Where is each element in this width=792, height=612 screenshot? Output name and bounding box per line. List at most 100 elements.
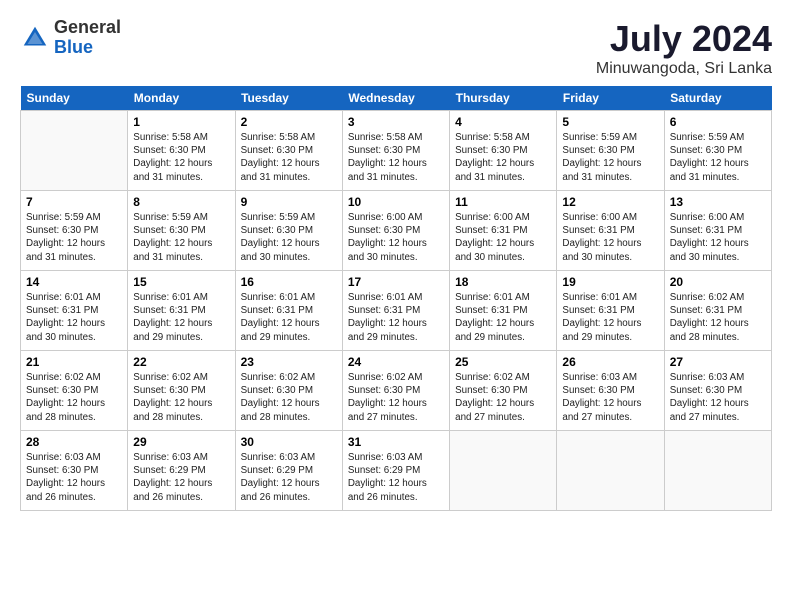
day-info: Sunrise: 6:02 AM Sunset: 6:30 PM Dayligh… (241, 371, 337, 424)
day-info: Sunrise: 5:59 AM Sunset: 6:30 PM Dayligh… (670, 131, 766, 184)
col-sunday: Sunday (21, 86, 128, 111)
table-row: 19 Sunrise: 6:01 AM Sunset: 6:31 PM Dayli… (557, 271, 664, 351)
calendar-header-row: Sunday Monday Tuesday Wednesday Thursday… (21, 86, 772, 111)
day-info: Sunrise: 6:02 AM Sunset: 6:30 PM Dayligh… (26, 371, 122, 424)
col-tuesday: Tuesday (235, 86, 342, 111)
day-info: Sunrise: 6:03 AM Sunset: 6:29 PM Dayligh… (133, 451, 229, 504)
day-info: Sunrise: 6:03 AM Sunset: 6:30 PM Dayligh… (562, 371, 658, 424)
day-number: 12 (562, 195, 658, 209)
day-number: 25 (455, 355, 551, 369)
table-row: 25 Sunrise: 6:02 AM Sunset: 6:30 PM Dayli… (450, 351, 557, 431)
calendar-week-row: 28Sunrise: 6:03 AM Sunset: 6:30 PM Dayli… (21, 431, 772, 511)
day-number: 16 (241, 275, 337, 289)
day-info: Sunrise: 6:01 AM Sunset: 6:31 PM Dayligh… (562, 291, 658, 344)
day-info: Sunrise: 6:03 AM Sunset: 6:29 PM Dayligh… (348, 451, 444, 504)
day-number: 1 (133, 115, 229, 129)
col-friday: Friday (557, 86, 664, 111)
title-block: July 2024 Minuwangoda, Sri Lanka (596, 18, 772, 78)
day-number: 14 (26, 275, 122, 289)
calendar-week-row: 14 Sunrise: 6:01 AM Sunset: 6:31 PM Dayli… (21, 271, 772, 351)
day-info: Sunrise: 6:02 AM Sunset: 6:31 PM Dayligh… (670, 291, 766, 344)
day-info: Sunrise: 6:00 AM Sunset: 6:31 PM Dayligh… (455, 211, 551, 264)
calendar-week-row: 21 Sunrise: 6:02 AM Sunset: 6:30 PM Dayli… (21, 351, 772, 431)
day-info: Sunrise: 6:01 AM Sunset: 6:31 PM Dayligh… (133, 291, 229, 344)
table-row (664, 431, 771, 511)
logo-general: General (54, 17, 121, 37)
table-row: 17 Sunrise: 6:01 AM Sunset: 6:31 PM Dayli… (342, 271, 449, 351)
day-number: 8 (133, 195, 229, 209)
day-info: Sunrise: 5:58 AM Sunset: 6:30 PM Dayligh… (241, 131, 337, 184)
day-info: Sunrise: 5:59 AM Sunset: 6:30 PM Dayligh… (133, 211, 229, 264)
day-info: Sunrise: 6:03 AM Sunset: 6:30 PM Dayligh… (670, 371, 766, 424)
day-info: Sunrise: 5:58 AM Sunset: 6:30 PM Dayligh… (348, 131, 444, 184)
day-info: Sunrise: 6:03 AM Sunset: 6:30 PM Dayligh… (26, 451, 122, 504)
table-row: 13 Sunrise: 6:00 AM Sunset: 6:31 PM Dayli… (664, 191, 771, 271)
calendar-table: Sunday Monday Tuesday Wednesday Thursday… (20, 86, 772, 511)
location-title: Minuwangoda, Sri Lanka (596, 60, 772, 78)
day-info: Sunrise: 6:01 AM Sunset: 6:31 PM Dayligh… (348, 291, 444, 344)
table-row (450, 431, 557, 511)
day-info: Sunrise: 6:00 AM Sunset: 6:31 PM Dayligh… (670, 211, 766, 264)
table-row: 16 Sunrise: 6:01 AM Sunset: 6:31 PM Dayli… (235, 271, 342, 351)
day-number: 21 (26, 355, 122, 369)
day-info: Sunrise: 6:02 AM Sunset: 6:30 PM Dayligh… (348, 371, 444, 424)
table-row: 24 Sunrise: 6:02 AM Sunset: 6:30 PM Dayli… (342, 351, 449, 431)
day-number: 9 (241, 195, 337, 209)
table-row: 30 Sunrise: 6:03 AM Sunset: 6:29 PM Dayli… (235, 431, 342, 511)
table-row: 7Sunrise: 5:59 AM Sunset: 6:30 PM Daylig… (21, 191, 128, 271)
table-row: 29 Sunrise: 6:03 AM Sunset: 6:29 PM Dayli… (128, 431, 235, 511)
logo-blue: Blue (54, 37, 93, 57)
day-number: 18 (455, 275, 551, 289)
day-info: Sunrise: 6:00 AM Sunset: 6:31 PM Dayligh… (562, 211, 658, 264)
table-row: 23 Sunrise: 6:02 AM Sunset: 6:30 PM Dayli… (235, 351, 342, 431)
table-row: 6 Sunrise: 5:59 AM Sunset: 6:30 PM Daylig… (664, 111, 771, 191)
col-wednesday: Wednesday (342, 86, 449, 111)
table-row: 26 Sunrise: 6:03 AM Sunset: 6:30 PM Dayli… (557, 351, 664, 431)
day-info: Sunrise: 6:03 AM Sunset: 6:29 PM Dayligh… (241, 451, 337, 504)
table-row: 22 Sunrise: 6:02 AM Sunset: 6:30 PM Dayli… (128, 351, 235, 431)
day-number: 15 (133, 275, 229, 289)
table-row: 11Sunrise: 6:00 AM Sunset: 6:31 PM Dayli… (450, 191, 557, 271)
table-row: 2Sunrise: 5:58 AM Sunset: 6:30 PM Daylig… (235, 111, 342, 191)
col-thursday: Thursday (450, 86, 557, 111)
table-row: 12 Sunrise: 6:00 AM Sunset: 6:31 PM Dayli… (557, 191, 664, 271)
day-info: Sunrise: 6:01 AM Sunset: 6:31 PM Dayligh… (455, 291, 551, 344)
calendar-week-row: 1 Sunrise: 5:58 AM Sunset: 6:30 PM Daylig… (21, 111, 772, 191)
header: General Blue July 2024 Minuwangoda, Sri … (20, 18, 772, 78)
table-row: 5 Sunrise: 5:59 AM Sunset: 6:30 PM Daylig… (557, 111, 664, 191)
table-row: 27Sunrise: 6:03 AM Sunset: 6:30 PM Dayli… (664, 351, 771, 431)
day-number: 22 (133, 355, 229, 369)
month-title: July 2024 (596, 18, 772, 60)
day-info: Sunrise: 6:01 AM Sunset: 6:31 PM Dayligh… (26, 291, 122, 344)
day-number: 29 (133, 435, 229, 449)
day-info: Sunrise: 5:59 AM Sunset: 6:30 PM Dayligh… (241, 211, 337, 264)
day-number: 23 (241, 355, 337, 369)
day-number: 5 (562, 115, 658, 129)
table-row: 1 Sunrise: 5:58 AM Sunset: 6:30 PM Daylig… (128, 111, 235, 191)
day-number: 24 (348, 355, 444, 369)
table-row: 21 Sunrise: 6:02 AM Sunset: 6:30 PM Dayli… (21, 351, 128, 431)
table-row: 18 Sunrise: 6:01 AM Sunset: 6:31 PM Dayli… (450, 271, 557, 351)
logo-icon (20, 23, 50, 53)
day-info: Sunrise: 6:02 AM Sunset: 6:30 PM Dayligh… (455, 371, 551, 424)
day-number: 7 (26, 195, 122, 209)
day-number: 26 (562, 355, 658, 369)
table-row: 8 Sunrise: 5:59 AM Sunset: 6:30 PM Daylig… (128, 191, 235, 271)
table-row (557, 431, 664, 511)
day-info: Sunrise: 6:02 AM Sunset: 6:30 PM Dayligh… (133, 371, 229, 424)
day-number: 31 (348, 435, 444, 449)
table-row (21, 111, 128, 191)
day-number: 6 (670, 115, 766, 129)
day-number: 13 (670, 195, 766, 209)
day-number: 30 (241, 435, 337, 449)
day-number: 20 (670, 275, 766, 289)
day-number: 17 (348, 275, 444, 289)
calendar-week-row: 7 Sunrise: 5:59 AM Sunset: 6:30 PM Daylig… (21, 191, 772, 271)
day-info: Sunrise: 5:58 AM Sunset: 6:30 PM Dayligh… (133, 131, 229, 184)
day-info: Sunrise: 6:01 AM Sunset: 6:31 PM Dayligh… (241, 291, 337, 344)
table-row: 14 Sunrise: 6:01 AM Sunset: 6:31 PM Dayli… (21, 271, 128, 351)
day-info: Sunrise: 5:59 AM Sunset: 6:30 PM Dayligh… (562, 131, 658, 184)
day-number: 19 (562, 275, 658, 289)
day-info: Sunrise: 5:58 AM Sunset: 6:30 PM Dayligh… (455, 131, 551, 184)
logo: General Blue (20, 18, 121, 58)
